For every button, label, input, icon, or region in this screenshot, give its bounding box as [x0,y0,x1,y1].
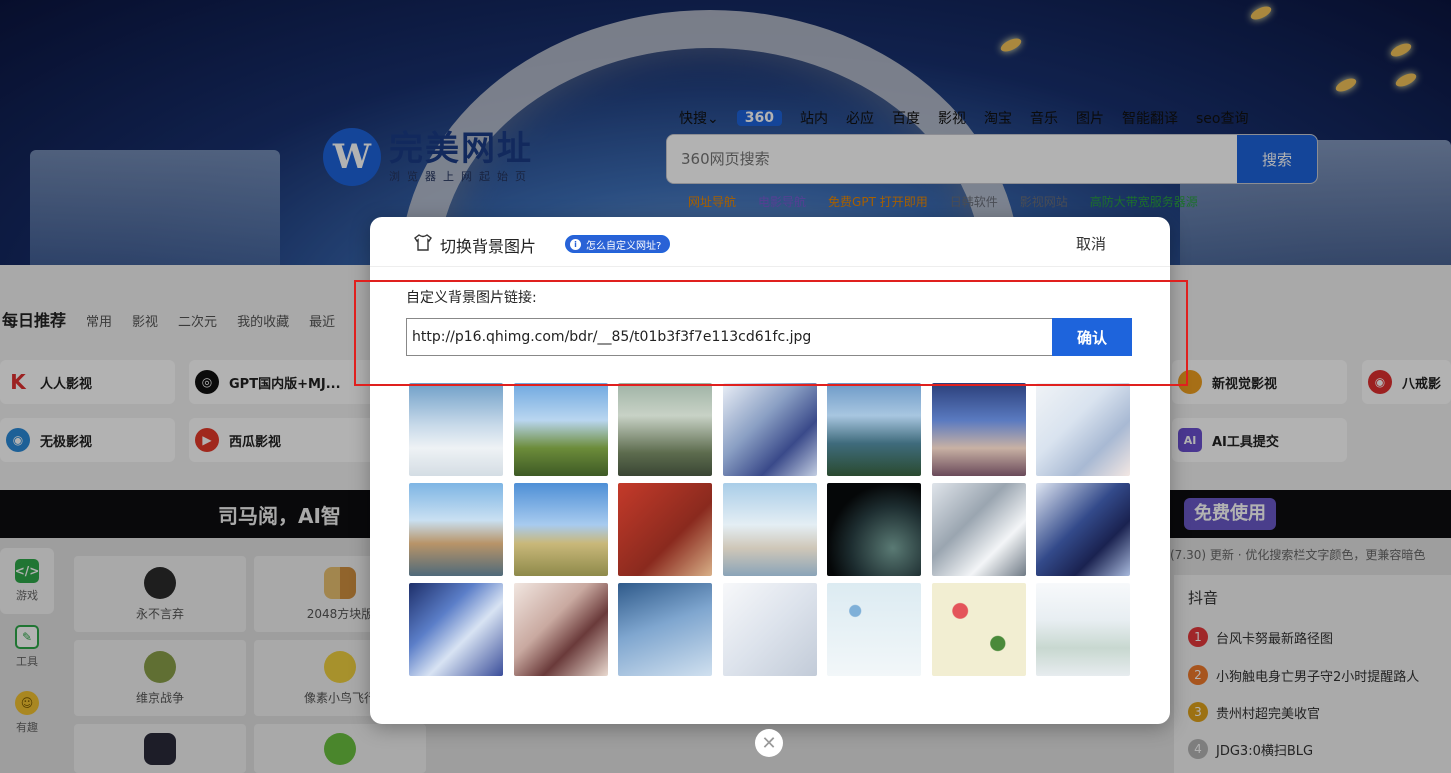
background-thumbnail[interactable] [827,383,921,476]
background-thumbnail[interactable] [1036,583,1130,676]
background-thumbnail[interactable] [513,583,608,676]
background-thumbnail[interactable] [827,483,921,576]
background-thumbnail[interactable] [409,383,503,476]
background-thumbnail[interactable] [931,383,1026,476]
background-thumbnail[interactable] [722,483,817,576]
highlight-box [354,280,1188,386]
background-thumbnail[interactable] [931,483,1026,576]
background-thumbnail[interactable] [1036,483,1130,576]
help-link[interactable]: i 怎么自定义网址? [565,235,671,253]
dialog-title: 切换背景图片 [440,237,537,256]
background-thumbnail[interactable] [513,483,608,576]
dialog-header: 切换背景图片 i 怎么自定义网址? 取消 [370,217,1170,267]
background-thumbnail[interactable] [409,583,503,676]
background-thumbnail[interactable] [618,483,712,576]
background-thumbnail[interactable] [722,383,817,476]
background-thumbnail[interactable] [513,383,608,476]
background-thumbnail[interactable] [618,383,712,476]
background-thumbnail[interactable] [722,583,817,676]
help-link-label: 怎么自定义网址? [586,240,662,252]
thumbnail-grid [409,383,1130,676]
info-icon: i [570,238,581,250]
shirt-icon [414,234,432,251]
background-thumbnail[interactable] [931,583,1026,676]
close-icon[interactable]: ✕ [755,729,783,757]
background-thumbnail[interactable] [409,483,503,576]
background-thumbnail[interactable] [827,583,921,676]
background-thumbnail[interactable] [1036,383,1130,476]
background-thumbnail[interactable] [618,583,712,676]
cancel-button[interactable]: 取消 [1076,233,1106,254]
